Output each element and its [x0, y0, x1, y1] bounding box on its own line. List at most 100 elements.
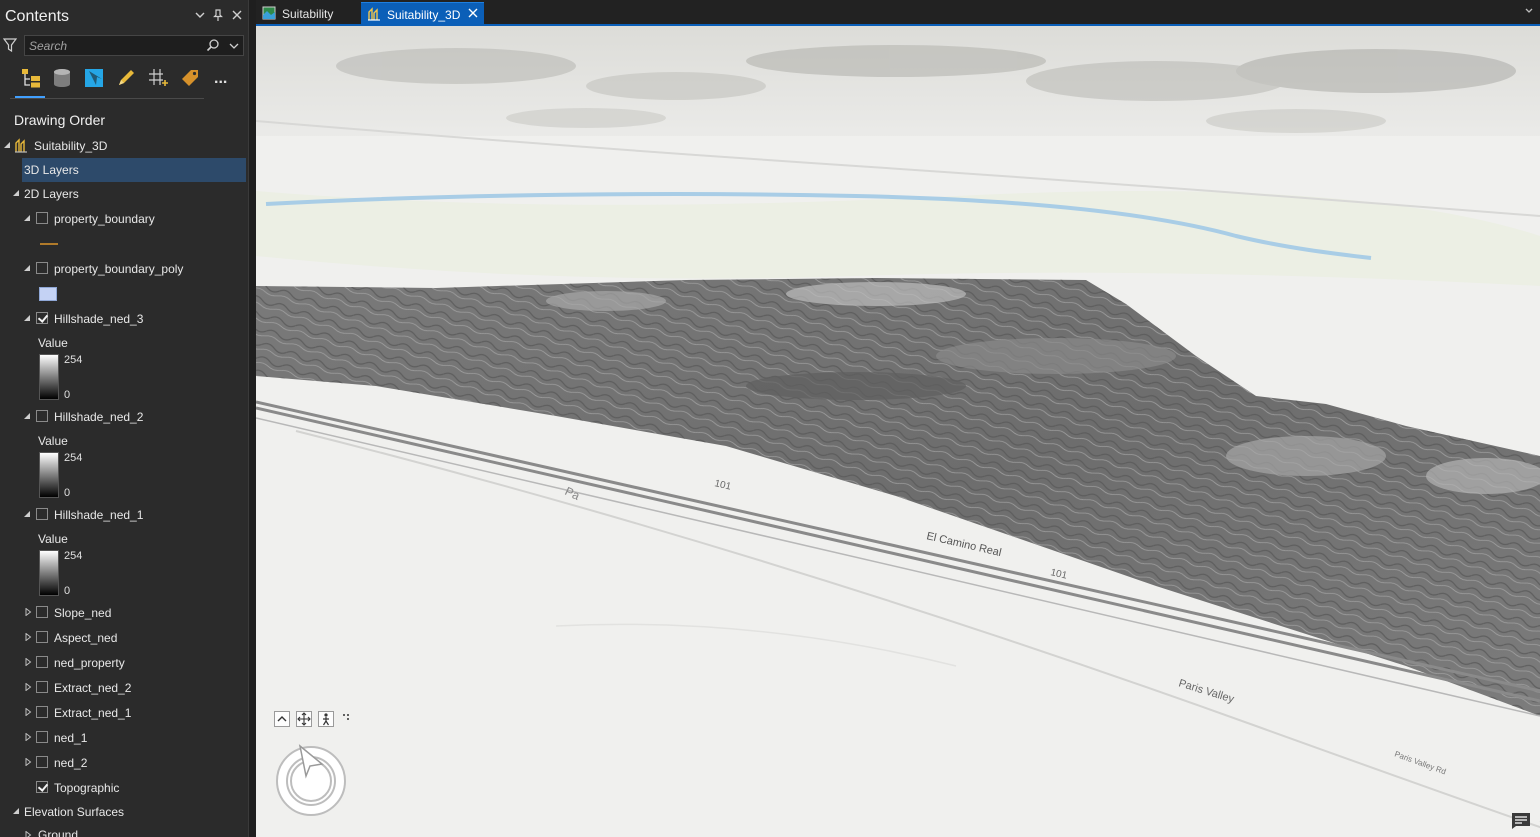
scene-canvas[interactable]: El Camino Real 101 101 Paris Valley Pari… [256, 26, 1540, 837]
layer-row[interactable]: Hillshade_ned_2 [0, 405, 248, 429]
layer-name: Slope_ned [54, 606, 112, 620]
layer-visibility-checkbox[interactable] [36, 212, 48, 224]
pane-title: Contents [5, 8, 70, 25]
layer-visibility-checkbox[interactable] [36, 656, 48, 668]
close-pane-icon[interactable] [230, 8, 244, 24]
layer-visibility-checkbox[interactable] [36, 508, 48, 520]
layer-name: Hillshade_ned_3 [54, 312, 144, 326]
list-by-snapping-icon[interactable] [143, 64, 171, 94]
layer-name: Topographic [54, 781, 120, 795]
layer-row[interactable]: property_boundary_poly [0, 257, 248, 281]
color-ramp-swatch[interactable] [39, 550, 59, 596]
layer-row[interactable]: Topographic [0, 776, 248, 800]
tree-item-map[interactable]: Suitability_3D [0, 134, 248, 158]
ground-label: Ground [38, 828, 79, 837]
tree-item-elevation-surfaces[interactable]: Elevation Surfaces [0, 800, 248, 824]
group-2d-label: 2D Layers [24, 187, 79, 201]
collapse-arrow-icon[interactable] [3, 141, 11, 149]
navigator-toggle-up-icon[interactable] [274, 711, 290, 727]
collapse-arrow-icon[interactable] [23, 214, 31, 222]
navigator-grip-icon[interactable] [342, 710, 352, 720]
layer-row[interactable]: Hillshade_ned_1 [0, 503, 248, 527]
tree-item-2d-layers[interactable]: 2D Layers [0, 182, 248, 206]
layer-visibility-checkbox[interactable] [36, 756, 48, 768]
layer-visibility-checkbox[interactable] [36, 781, 48, 793]
expand-arrow-icon[interactable] [24, 733, 32, 741]
collapse-arrow-icon[interactable] [23, 314, 31, 322]
list-by-drawing-order-icon[interactable] [16, 64, 44, 94]
ramp-high-value: 254 [64, 550, 83, 562]
drawing-order-heading: Drawing Order [14, 112, 106, 128]
expand-arrow-icon[interactable] [24, 633, 32, 641]
layer-name: Aspect_ned [54, 631, 118, 645]
more-label: ... [214, 70, 228, 87]
list-by-selection-icon[interactable] [79, 64, 107, 94]
collapse-arrow-icon[interactable] [23, 412, 31, 420]
tree-item-3d-layers[interactable]: 3D Layers [22, 158, 246, 182]
expand-arrow-icon[interactable] [24, 683, 32, 691]
map-icon [262, 6, 276, 20]
polygon-symbol-swatch[interactable] [39, 287, 57, 301]
close-tab-icon[interactable] [467, 7, 479, 19]
toolbar-divider [10, 98, 204, 99]
navigator-pan-icon[interactable] [296, 711, 312, 727]
layer-row[interactable]: Aspect_ned [0, 626, 248, 650]
expand-arrow-icon[interactable] [24, 658, 32, 666]
layer-row[interactable]: Slope_ned [0, 601, 248, 625]
contents-toolbar: ... [10, 64, 240, 100]
layer-visibility-checkbox[interactable] [36, 681, 48, 693]
navigator-compass-icon[interactable] [274, 744, 348, 818]
legend-ramp-title: Value [38, 336, 68, 350]
layer-visibility-checkbox[interactable] [36, 731, 48, 743]
navigator-first-person-icon[interactable] [318, 711, 334, 727]
tab-suitability-3d[interactable]: Suitability_3D [361, 2, 484, 24]
layer-row[interactable]: Extract_ned_2 [0, 676, 248, 700]
ramp-low-value: 0 [64, 389, 71, 401]
more-icon[interactable]: ... [209, 64, 237, 94]
expand-arrow-icon[interactable] [24, 831, 32, 837]
layer-visibility-checkbox[interactable] [36, 312, 48, 324]
filter-icon[interactable] [2, 37, 18, 53]
collapse-arrow-icon[interactable] [12, 807, 20, 815]
elevation-group-label: Elevation Surfaces [24, 805, 125, 819]
tab-list-chevron-icon[interactable] [1524, 6, 1534, 19]
ramp-high-value: 254 [64, 354, 83, 366]
layer-name: ned_property [54, 656, 125, 670]
list-by-editing-icon[interactable] [111, 64, 139, 94]
collapse-arrow-icon[interactable] [23, 264, 31, 272]
layer-row[interactable]: ned_1 [0, 726, 248, 750]
layer-visibility-checkbox[interactable] [36, 706, 48, 718]
expand-arrow-icon[interactable] [24, 758, 32, 766]
tab-suitability[interactable]: Suitability [256, 2, 360, 24]
scene-view[interactable]: El Camino Real 101 101 Paris Valley Pari… [256, 26, 1540, 837]
layer-row[interactable]: property_boundary [0, 207, 248, 231]
layer-visibility-checkbox[interactable] [36, 262, 48, 274]
legend-ramp-title: Value [38, 532, 68, 546]
pin-icon[interactable] [211, 8, 225, 24]
tree-item-ground[interactable]: Ground [0, 824, 248, 837]
layer-row[interactable]: Extract_ned_1 [0, 701, 248, 725]
scene-icon [15, 138, 27, 153]
layer-name: ned_2 [54, 756, 88, 770]
search-box [24, 35, 244, 56]
pane-options-chevron-icon[interactable] [193, 8, 207, 24]
list-by-source-icon[interactable] [47, 64, 75, 94]
layer-row[interactable]: ned_property [0, 651, 248, 675]
collapse-arrow-icon[interactable] [12, 189, 20, 197]
search-input[interactable] [29, 38, 199, 53]
layer-row[interactable]: ned_2 [0, 751, 248, 775]
list-by-labeling-icon[interactable] [175, 64, 203, 94]
color-ramp-swatch[interactable] [39, 452, 59, 498]
map-tip-icon[interactable] [1510, 810, 1532, 830]
layer-visibility-checkbox[interactable] [36, 631, 48, 643]
collapse-arrow-icon[interactable] [23, 510, 31, 518]
line-symbol-swatch[interactable] [40, 243, 58, 245]
expand-arrow-icon[interactable] [24, 708, 32, 716]
color-ramp-swatch[interactable] [39, 354, 59, 400]
expand-arrow-icon[interactable] [24, 608, 32, 616]
layer-visibility-checkbox[interactable] [36, 410, 48, 422]
layer-row[interactable]: Hillshade_ned_3 [0, 307, 248, 331]
search-options-chevron-icon[interactable] [227, 38, 241, 53]
search-icon[interactable] [206, 38, 220, 53]
layer-visibility-checkbox[interactable] [36, 606, 48, 618]
